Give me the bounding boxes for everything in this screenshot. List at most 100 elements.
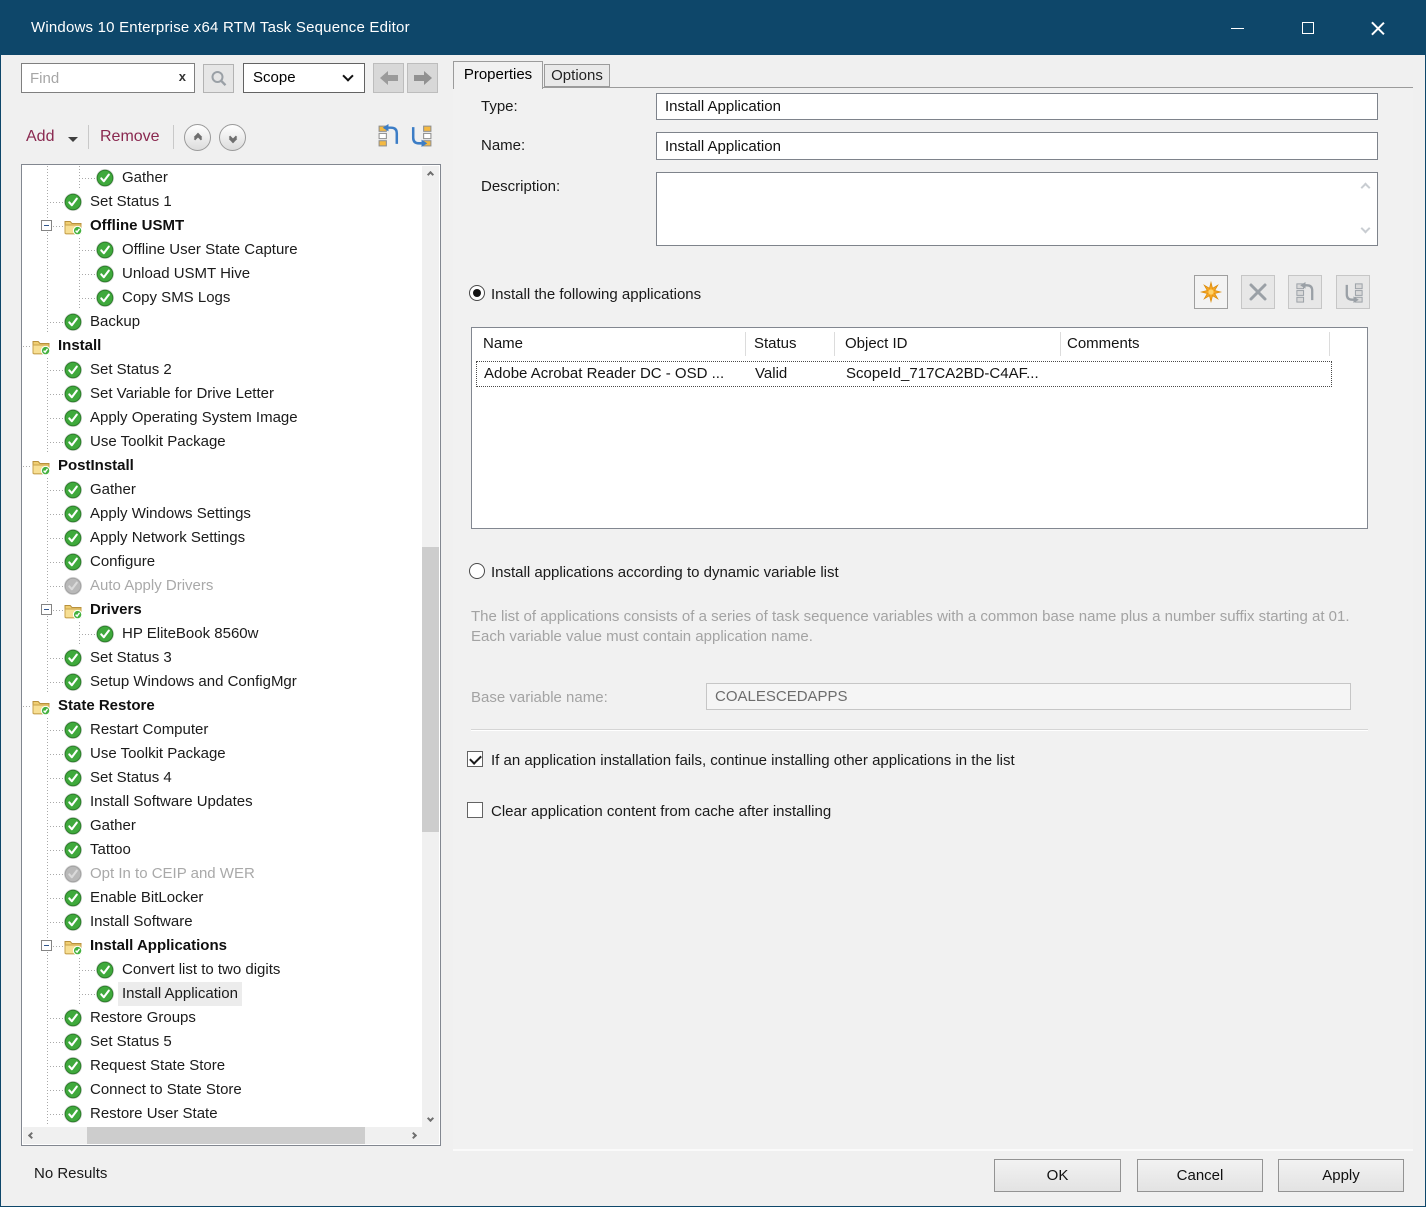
scroll-up-arrow[interactable]: [422, 166, 439, 183]
clear-cache-checkbox[interactable]: [467, 802, 483, 818]
tree-connector-line: [79, 970, 95, 971]
tree-item[interactable]: Tattoo: [23, 838, 423, 862]
tree-item[interactable]: Request State Store: [23, 1054, 423, 1078]
tree-item[interactable]: Enable BitLocker: [23, 886, 423, 910]
tree-item[interactable]: Install Software: [23, 910, 423, 934]
column-header-name[interactable]: Name: [483, 335, 523, 352]
tree-connector-line: [47, 562, 63, 563]
horizontal-scroll-thumb[interactable]: [87, 1127, 365, 1144]
tree-item[interactable]: Set Status 5: [23, 1030, 423, 1054]
collapse-expander-icon[interactable]: [41, 220, 52, 231]
collapse-all-button[interactable]: [377, 123, 402, 148]
tree-item[interactable]: Gather: [23, 814, 423, 838]
new-starburst-icon: [1199, 280, 1223, 304]
scroll-down-arrow[interactable]: [422, 1110, 439, 1127]
tree-vertical-scrollbar[interactable]: [422, 166, 439, 1127]
radio-install-dynamic[interactable]: [469, 563, 485, 579]
tree-item-label: Drivers: [86, 598, 146, 622]
tree-connector-line: [47, 658, 63, 659]
find-previous-button[interactable]: [373, 63, 404, 93]
collapse-expander-icon[interactable]: [41, 940, 52, 951]
tree-item[interactable]: Backup: [23, 310, 423, 334]
tree-connector-line: [79, 274, 95, 275]
tree-item[interactable]: Apply Windows Settings: [23, 502, 423, 526]
step-check-icon: [63, 1104, 83, 1124]
tree-item[interactable]: Offline User State Capture: [23, 238, 423, 262]
close-button[interactable]: [1354, 1, 1401, 55]
tree-item[interactable]: Apply Network Settings: [23, 526, 423, 550]
add-dropdown-caret-icon[interactable]: [68, 137, 78, 142]
tree-item[interactable]: Drivers: [23, 598, 423, 622]
find-next-button[interactable]: [407, 63, 438, 93]
search-button[interactable]: [203, 64, 234, 93]
tree-item-label: Set Status 3: [86, 646, 176, 670]
step-check-icon: [63, 408, 83, 428]
name-input[interactable]: [656, 132, 1378, 160]
tree-item[interactable]: Configure: [23, 550, 423, 574]
tree-item[interactable]: Copy SMS Logs: [23, 286, 423, 310]
find-input[interactable]: [21, 63, 195, 93]
tree-item[interactable]: Setup Windows and ConfigMgr: [23, 670, 423, 694]
scroll-left-arrow[interactable]: [23, 1127, 40, 1144]
continue-on-fail-checkbox[interactable]: [467, 751, 483, 767]
tree-item[interactable]: Install: [23, 334, 423, 358]
tree-item[interactable]: Restore Groups: [23, 1006, 423, 1030]
column-header-comments[interactable]: Comments: [1067, 335, 1140, 352]
tree-item[interactable]: Restart Computer: [23, 718, 423, 742]
tree-item[interactable]: Convert list to two digits: [23, 958, 423, 982]
tree-item[interactable]: Use Toolkit Package: [23, 742, 423, 766]
tree-item[interactable]: Set Status 4: [23, 766, 423, 790]
expand-all-button[interactable]: [408, 123, 433, 148]
tree-item[interactable]: HP EliteBook 8560w: [23, 622, 423, 646]
tree-item[interactable]: Apply Operating System Image: [23, 406, 423, 430]
application-row[interactable]: Adobe Acrobat Reader DC - OSD ... Valid …: [476, 361, 1332, 387]
tree-item[interactable]: Install Application: [23, 982, 423, 1006]
maximize-button[interactable]: [1284, 1, 1331, 55]
scroll-right-arrow[interactable]: [405, 1127, 422, 1144]
move-application-up-button[interactable]: [1288, 275, 1322, 309]
tree-item[interactable]: Install Software Updates: [23, 790, 423, 814]
tree-connector-line: [47, 262, 48, 286]
tree-item[interactable]: Set Status 2: [23, 358, 423, 382]
tree-horizontal-scrollbar[interactable]: [23, 1127, 422, 1144]
tree-item[interactable]: State Restore: [23, 694, 423, 718]
ok-button[interactable]: OK: [994, 1159, 1121, 1192]
tree-item[interactable]: Auto Apply Drivers: [23, 574, 423, 598]
tree-item[interactable]: PostInstall: [23, 454, 423, 478]
collapse-expander-icon[interactable]: [41, 604, 52, 615]
tree-item[interactable]: Use Toolkit Package: [23, 430, 423, 454]
delete-application-button[interactable]: [1241, 275, 1275, 309]
tab-properties[interactable]: Properties: [453, 61, 543, 89]
tree-item[interactable]: Set Status 1: [23, 190, 423, 214]
tab-options[interactable]: Options: [544, 64, 610, 87]
tree-item[interactable]: Restore User State: [23, 1102, 423, 1126]
tree-item[interactable]: Connect to State Store: [23, 1078, 423, 1102]
tree-item[interactable]: Gather: [23, 166, 423, 190]
move-step-up-button[interactable]: [184, 124, 211, 151]
move-application-down-button[interactable]: [1336, 275, 1370, 309]
tree-item[interactable]: Set Variable for Drive Letter: [23, 382, 423, 406]
column-header-objectid[interactable]: Object ID: [845, 335, 908, 352]
apply-button[interactable]: Apply: [1278, 1159, 1404, 1192]
remove-button[interactable]: Remove: [100, 128, 160, 146]
type-field[interactable]: [656, 93, 1378, 120]
tree-item[interactable]: Opt In to CEIP and WER: [23, 862, 423, 886]
type-label: Type:: [481, 98, 518, 115]
column-header-status[interactable]: Status: [754, 335, 797, 352]
scope-dropdown[interactable]: Scope: [243, 63, 365, 93]
description-textarea[interactable]: [656, 172, 1378, 246]
tree-item[interactable]: Offline USMT: [23, 214, 423, 238]
radio-install-following[interactable]: [469, 285, 485, 301]
applications-table: Name Status Object ID Comments Adobe Acr…: [471, 327, 1368, 529]
vertical-scroll-thumb[interactable]: [422, 547, 439, 832]
tree-item[interactable]: Install Applications: [23, 934, 423, 958]
tree-item[interactable]: Unload USMT Hive: [23, 262, 423, 286]
cancel-button[interactable]: Cancel: [1137, 1159, 1263, 1192]
add-application-button[interactable]: [1194, 275, 1228, 309]
clear-search-icon[interactable]: x: [179, 69, 186, 84]
add-button[interactable]: Add: [26, 128, 54, 146]
tree-item[interactable]: Gather: [23, 478, 423, 502]
minimize-button[interactable]: [1214, 1, 1261, 55]
move-step-down-button[interactable]: [219, 124, 246, 151]
tree-item[interactable]: Set Status 3: [23, 646, 423, 670]
